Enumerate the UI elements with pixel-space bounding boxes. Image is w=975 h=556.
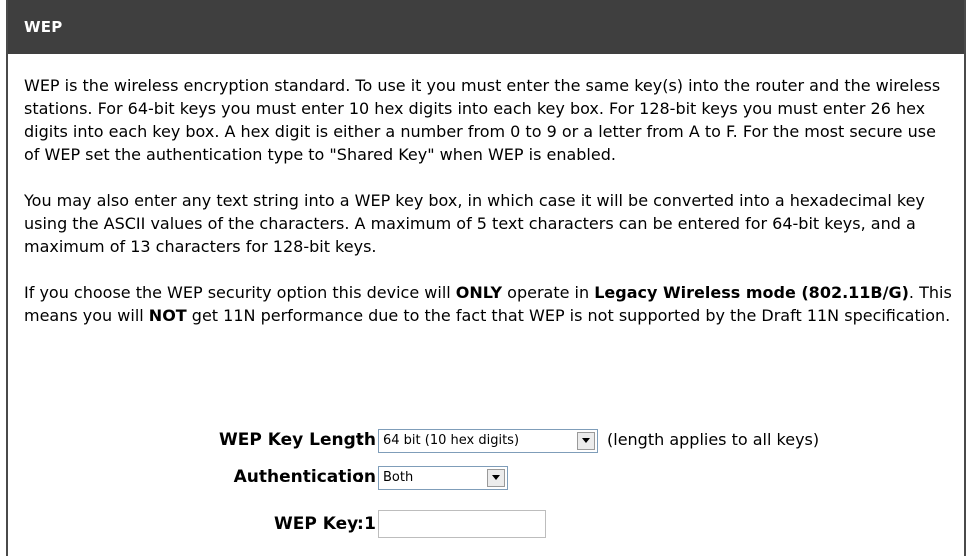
chevron-down-icon[interactable] bbox=[487, 469, 505, 487]
text-key-paragraph: You may also enter any text string into … bbox=[24, 191, 925, 256]
wep-panel: WEP WEP is the wireless encryption stand… bbox=[6, 0, 966, 556]
key-length-select[interactable]: 64 bit (10 hex digits) bbox=[378, 429, 598, 453]
intro-paragraph: WEP is the wireless encryption standard.… bbox=[24, 76, 941, 164]
warning-text-1: If you choose the WEP security option th… bbox=[24, 283, 456, 302]
wep-key1-input[interactable] bbox=[378, 510, 546, 538]
description: WEP is the wireless encryption standard.… bbox=[8, 74, 964, 327]
warning-text-4: get 11N performance due to the fact that… bbox=[186, 306, 951, 325]
warning-text-2: operate in bbox=[502, 283, 595, 302]
key-length-value: 64 bit (10 hex digits) bbox=[383, 433, 520, 448]
authentication-select[interactable]: Both bbox=[378, 466, 508, 490]
section-title: WEP bbox=[8, 0, 964, 54]
warning-bold-not: NOT bbox=[148, 306, 187, 325]
warning-bold-only: ONLY bbox=[455, 283, 503, 302]
chevron-down-icon[interactable] bbox=[577, 432, 595, 450]
wep-key1-colon: : bbox=[357, 514, 364, 534]
authentication-colon: : bbox=[357, 467, 364, 487]
authentication-value: Both bbox=[383, 470, 414, 485]
authentication-label: Authentication bbox=[233, 467, 376, 487]
key-length-colon: : bbox=[357, 430, 364, 450]
key-length-label: WEP Key Length bbox=[218, 430, 376, 450]
warning-bold-legacy-mode: Legacy Wireless mode (802.11B/G) bbox=[594, 283, 909, 302]
authentication-row: Authentication : Both bbox=[8, 463, 964, 493]
legacy-mode-paragraph: If you choose the WEP security option th… bbox=[24, 281, 954, 327]
key-length-row: WEP Key Length : 64 bit (10 hex digits) … bbox=[8, 426, 964, 456]
wep-key1-row: WEP Key 1 : bbox=[8, 510, 964, 540]
key-length-note: (length applies to all keys) bbox=[607, 430, 820, 449]
